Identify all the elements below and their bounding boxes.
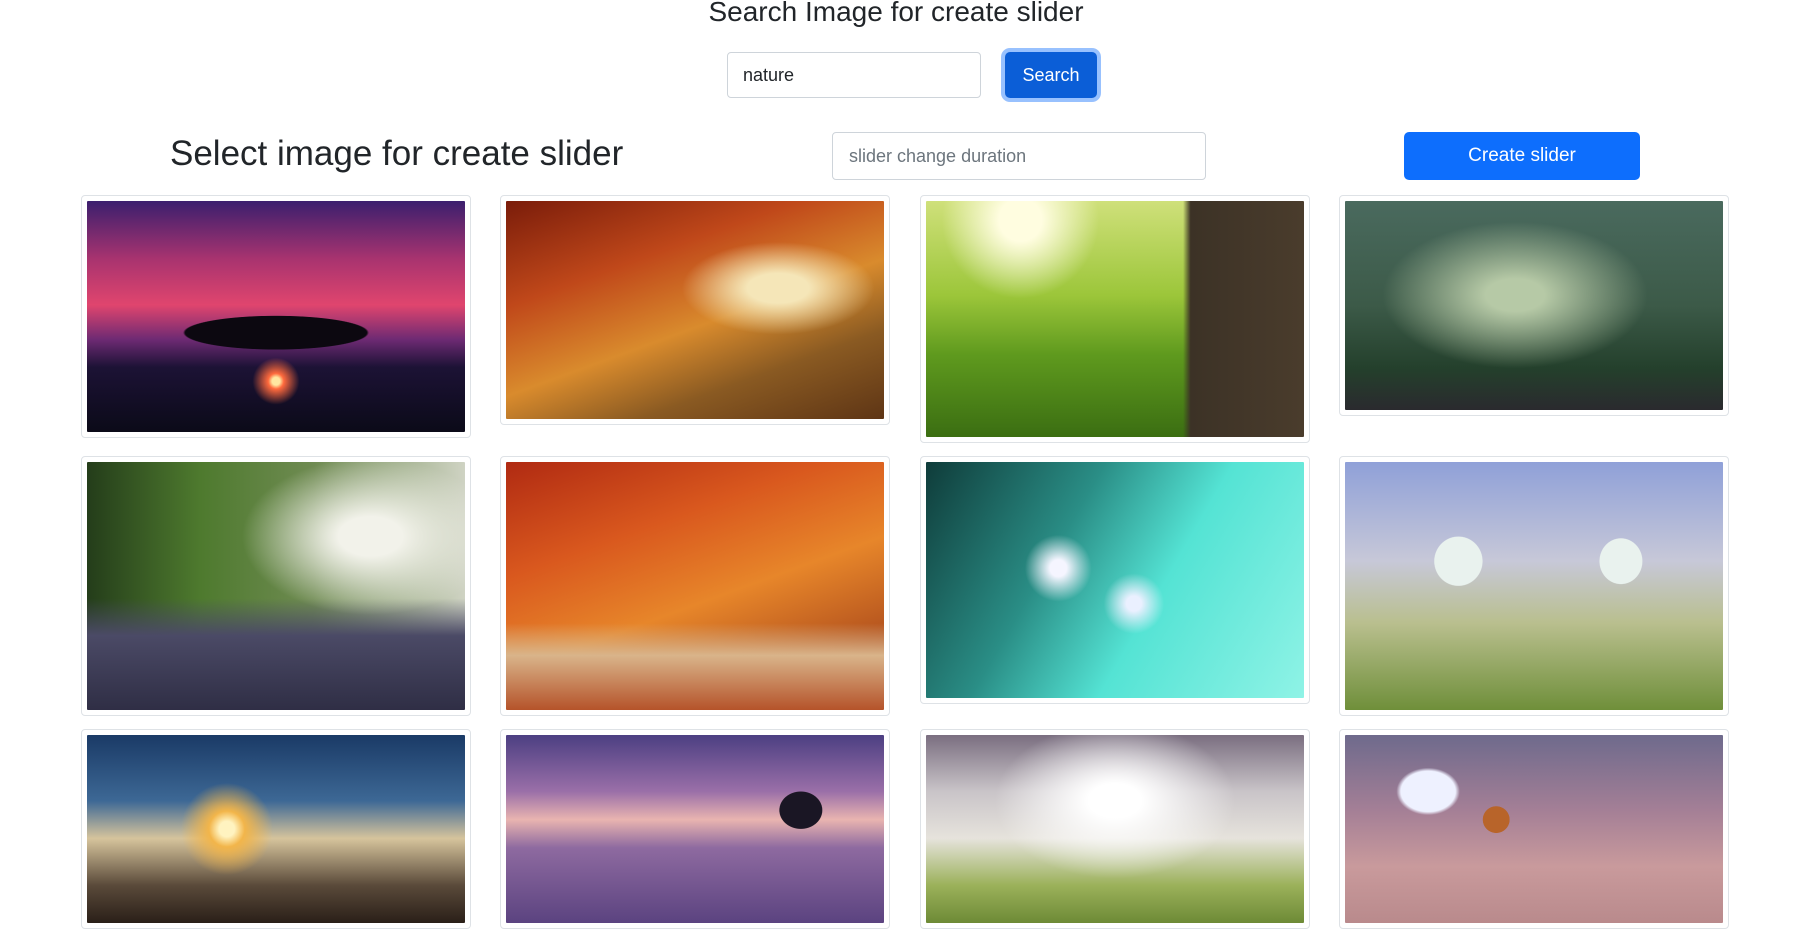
- search-input[interactable]: [727, 52, 981, 98]
- image-thumbnail[interactable]: [1339, 456, 1729, 716]
- image-thumbnail[interactable]: [500, 456, 890, 716]
- image-autumn-path: [506, 201, 884, 419]
- search-button[interactable]: Search: [1005, 52, 1097, 98]
- image-butterflies: [1345, 462, 1723, 710]
- image-thumbnail[interactable]: [500, 729, 890, 929]
- image-thumbnail[interactable]: [500, 195, 890, 425]
- image-forest-road: [87, 462, 465, 710]
- select-image-heading: Select image for create slider: [170, 134, 624, 173]
- image-thumbnail[interactable]: [81, 729, 471, 929]
- image-thumbnail[interactable]: [81, 456, 471, 716]
- image-meadow-flowers: [926, 201, 1304, 437]
- image-thumbnail[interactable]: [920, 456, 1310, 704]
- image-misty-forest: [1345, 201, 1723, 410]
- image-thumbnail[interactable]: [920, 195, 1310, 443]
- image-thumbnail[interactable]: [920, 729, 1310, 929]
- image-dandelion-dew: [926, 462, 1304, 698]
- duration-input[interactable]: [832, 132, 1206, 180]
- search-title: Search Image for create slider: [708, 0, 1084, 27]
- image-thumbnail[interactable]: [81, 195, 471, 438]
- image-railway-clouds: [926, 735, 1304, 923]
- image-bird-flight: [1345, 735, 1723, 923]
- image-red-autumn-forest: [506, 462, 884, 710]
- image-thumbnail[interactable]: [1339, 195, 1729, 416]
- create-slider-button[interactable]: Create slider: [1404, 132, 1640, 180]
- image-sunset-tree: [87, 201, 465, 432]
- image-mountain-sky: [87, 735, 465, 923]
- image-lake-tree: [506, 735, 884, 923]
- image-thumbnail[interactable]: [1339, 729, 1729, 929]
